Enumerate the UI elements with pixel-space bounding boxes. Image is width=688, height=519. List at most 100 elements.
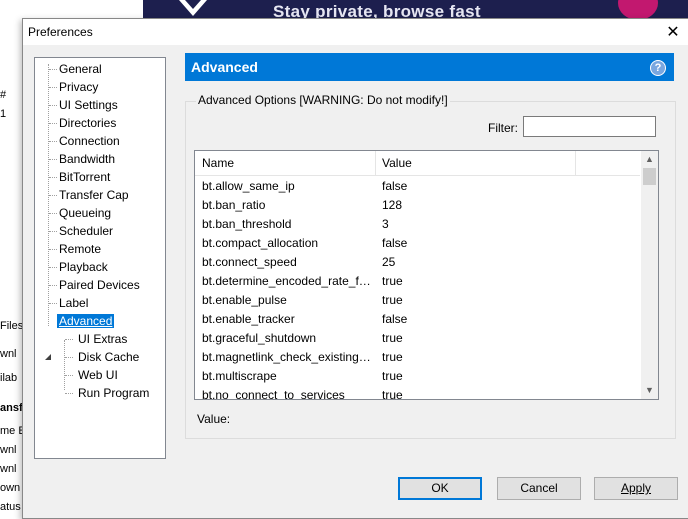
- tree-item[interactable]: Directories: [57, 114, 118, 132]
- table-row[interactable]: bt.allow_same_ip false: [195, 177, 640, 196]
- option-value: true: [382, 369, 403, 383]
- table-row[interactable]: bt.enable_tracker false: [195, 310, 640, 329]
- cancel-label: Cancel: [520, 481, 558, 495]
- tree-item-label: UI Extras: [78, 332, 128, 346]
- tree-connector: [49, 141, 57, 142]
- tree-item-label: Bandwidth: [59, 152, 116, 166]
- bg-fragment: ansf: [0, 402, 23, 414]
- tree-item[interactable]: Queueing: [57, 204, 113, 222]
- dialog-title: Preferences: [28, 25, 93, 39]
- bg-fragment: 1: [0, 108, 7, 120]
- option-value: false: [382, 179, 408, 193]
- tree-item[interactable]: Bandwidth: [57, 150, 117, 168]
- tree-item-label: Transfer Cap: [59, 188, 129, 202]
- option-value: 25: [382, 255, 396, 269]
- tree-item-label: UI Settings: [59, 98, 118, 112]
- table-row[interactable]: bt.ban_threshold 3: [195, 215, 640, 234]
- tree-item[interactable]: Label: [57, 294, 90, 312]
- panel-title: Advanced: [191, 59, 258, 75]
- cancel-button[interactable]: Cancel: [497, 477, 581, 500]
- tree-connector: [49, 303, 57, 304]
- tree-item-label: Advanced: [57, 314, 115, 328]
- option-value: true: [382, 331, 403, 345]
- bg-fragment: #: [0, 89, 7, 101]
- tree-connector: [49, 249, 57, 250]
- tree-item[interactable]: Disk Cache: [76, 348, 141, 366]
- option-name: bt.ban_threshold: [202, 217, 292, 231]
- option-value: false: [382, 312, 408, 326]
- ok-label: OK: [431, 481, 449, 495]
- tree-item[interactable]: Advanced: [57, 312, 115, 330]
- table-row[interactable]: bt.multiscrape true: [195, 367, 640, 386]
- options-list[interactable]: Name Value bt.allow_same_ip false bt.ban_r…: [194, 150, 659, 400]
- tree-item[interactable]: UI Extras: [76, 330, 129, 348]
- help-icon[interactable]: ?: [650, 60, 666, 76]
- preferences-tree[interactable]: General Privacy UI Settings Directories Conn…: [34, 57, 166, 459]
- tree-connector: [49, 195, 57, 196]
- tree-item[interactable]: UI Settings: [57, 96, 120, 114]
- tree-item[interactable]: Remote: [57, 240, 103, 258]
- table-row[interactable]: bt.connect_speed 25: [195, 253, 640, 272]
- column-divider[interactable]: [575, 151, 576, 175]
- filter-input[interactable]: [523, 116, 656, 137]
- scroll-down-icon[interactable]: ▼: [641, 382, 658, 399]
- bg-fragment: wnl: [0, 444, 17, 456]
- apply-button[interactable]: Apply: [594, 477, 678, 500]
- collapse-icon[interactable]: [44, 353, 53, 362]
- option-name: bt.enable_tracker: [202, 312, 295, 326]
- tree-item[interactable]: Connection: [57, 132, 122, 150]
- option-name: bt.magnetlink_check_existing_...: [202, 350, 372, 364]
- table-row[interactable]: bt.enable_pulse true: [195, 291, 640, 310]
- preferences-dialog: Preferences ✕ General Privacy UI Settings D…: [22, 18, 688, 519]
- list-rows: bt.allow_same_ip false bt.ban_ratio 128 bt.b…: [195, 177, 640, 400]
- bg-fragment: wnl: [0, 463, 17, 475]
- close-button[interactable]: ✕: [657, 19, 688, 45]
- tree-connector: [49, 87, 57, 88]
- option-value: 3: [382, 217, 389, 231]
- tree-item-label: Scheduler: [59, 224, 114, 238]
- tree-item[interactable]: Playback: [57, 258, 110, 276]
- tree-item-label: Run Program: [78, 386, 150, 400]
- option-name: bt.no_connect_to_services: [202, 388, 345, 400]
- tree-item-label: Directories: [59, 116, 117, 130]
- option-value: true: [382, 274, 403, 288]
- group-label: Advanced Options [WARNING: Do not modify…: [196, 93, 450, 107]
- option-name: bt.compact_allocation: [202, 236, 319, 250]
- table-row[interactable]: bt.magnetlink_check_existing_... true: [195, 348, 640, 367]
- column-divider[interactable]: [375, 151, 376, 175]
- bg-fragment: wnl: [0, 348, 17, 360]
- option-value: true: [382, 388, 403, 400]
- tree-item-label: Disk Cache: [78, 350, 140, 364]
- tree-item[interactable]: Paired Devices: [57, 276, 142, 294]
- option-name: bt.connect_speed: [202, 255, 297, 269]
- tree-item[interactable]: Transfer Cap: [57, 186, 131, 204]
- tree-connector: [49, 267, 57, 268]
- tree-connector: [49, 213, 57, 214]
- ok-button[interactable]: OK: [398, 477, 482, 500]
- tree-item-label: BitTorrent: [59, 170, 111, 184]
- table-row[interactable]: bt.compact_allocation false: [195, 234, 640, 253]
- table-row[interactable]: bt.ban_ratio 128: [195, 196, 640, 215]
- table-row[interactable]: bt.no_connect_to_services true: [195, 386, 640, 400]
- tree-connector: [65, 393, 73, 394]
- tree-item-label: Connection: [59, 134, 120, 148]
- tree-item-label: Remote: [59, 242, 102, 256]
- title-bar[interactable]: Preferences ✕: [23, 19, 688, 45]
- scroll-thumb[interactable]: [643, 168, 656, 185]
- tree-connector: [49, 285, 57, 286]
- column-header-value[interactable]: Value: [382, 156, 412, 170]
- table-row[interactable]: bt.determine_encoded_rate_fo... true: [195, 272, 640, 291]
- scroll-up-icon[interactable]: ▲: [641, 151, 658, 168]
- bg-fragment: ilab: [0, 372, 18, 384]
- tree-item[interactable]: General: [57, 60, 104, 78]
- table-row[interactable]: bt.graceful_shutdown true: [195, 329, 640, 348]
- bg-fragment: Files: [0, 320, 24, 332]
- tree-connector: [49, 69, 57, 70]
- tree-item[interactable]: BitTorrent: [57, 168, 112, 186]
- tree-item[interactable]: Scheduler: [57, 222, 115, 240]
- tree-item[interactable]: Privacy: [57, 78, 100, 96]
- tree-item[interactable]: Run Program: [76, 384, 151, 402]
- tree-item[interactable]: Web UI: [76, 366, 120, 384]
- column-header-name[interactable]: Name: [202, 156, 234, 170]
- vertical-scrollbar[interactable]: ▲ ▼: [641, 151, 658, 399]
